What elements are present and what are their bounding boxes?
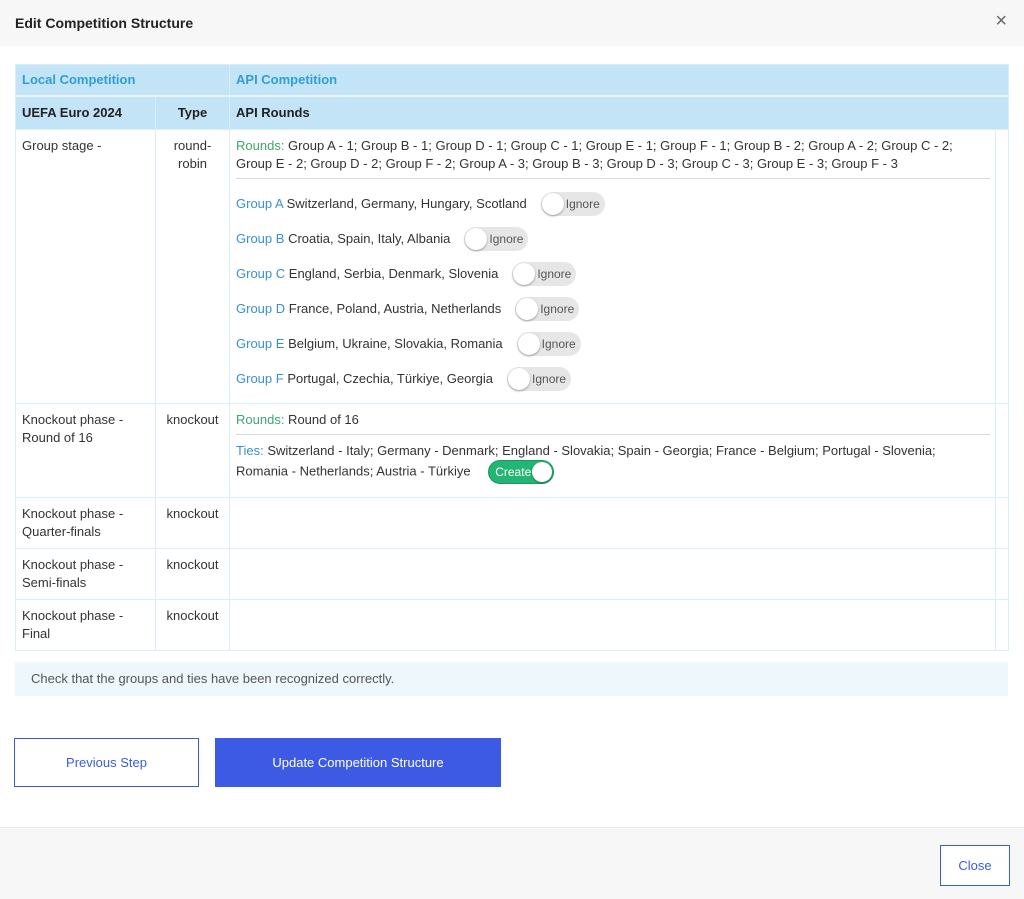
spacer-cell (995, 497, 1010, 549)
row-type: knockout (154, 403, 231, 498)
table-header-row: Local Competition API Competition (14, 64, 1010, 97)
group-teams: Belgium, Ukraine, Slovakia, Romania (288, 335, 503, 351)
api-rounds-cell (229, 548, 997, 600)
group-name: Group B (236, 230, 285, 246)
competition-name-header: UEFA Euro 2024 (15, 95, 156, 130)
row-type: knockout (154, 548, 231, 600)
group-line-e: Group E Belgium, Ukraine, Slovakia, Roma… (236, 326, 989, 361)
rounds-label: Rounds: (236, 138, 285, 153)
table-row: Knockout phase - Round of 16 knockout Ro… (15, 403, 1010, 498)
group-line-b: Group B Croatia, Spain, Italy, Albania I… (236, 221, 989, 256)
group-teams: Portugal, Czechia, Türkiye, Georgia (287, 370, 494, 386)
api-competition-header: API Competition (229, 64, 1010, 97)
spacer-cell (995, 599, 1010, 651)
info-message: Check that the groups and ties have been… (15, 662, 1008, 696)
row-name: Knockout phase - Final (15, 599, 156, 651)
row-type: knockout (154, 599, 231, 651)
spacer-cell (995, 403, 1010, 498)
group-name: Group E (236, 335, 285, 351)
close-button[interactable]: Close (940, 845, 1010, 886)
ties-line: Ties: Switzerland - Italy; Germany - Den… (236, 442, 990, 484)
ignore-toggle[interactable]: Ignore (507, 366, 572, 391)
group-name: Group F (236, 370, 284, 386)
api-rounds-cell (229, 599, 997, 651)
table-row: Group stage - round-robin Rounds: Group … (15, 129, 1010, 404)
competition-structure-table: Local Competition API Competition UEFA E… (14, 64, 1010, 651)
update-structure-button[interactable]: Update Competition Structure (215, 738, 501, 787)
rounds-block: Rounds: Round of 16 (236, 411, 991, 435)
group-line-d: Group D France, Poland, Austria, Netherl… (236, 291, 989, 326)
toggle-knob (532, 462, 553, 482)
group-teams: Switzerland, Germany, Hungary, Scotland (286, 195, 527, 211)
create-toggle[interactable]: Create (488, 460, 555, 484)
toggle-label: Ignore (541, 336, 576, 351)
ties-label: Ties: (236, 443, 264, 458)
group-name: Group D (236, 300, 286, 316)
group-teams: France, Poland, Austria, Netherlands (288, 300, 502, 316)
row-name: Knockout phase - Semi-finals (15, 548, 156, 600)
table-row: Knockout phase - Final knockout (15, 599, 1010, 651)
api-rounds-cell (229, 497, 997, 549)
group-line-f: Group F Portugal, Czechia, Türkiye, Geor… (236, 361, 989, 396)
type-header: Type (154, 95, 231, 130)
ignore-toggle[interactable]: Ignore (540, 191, 605, 216)
ties-value: Switzerland - Italy; Germany - Denmark; … (236, 443, 936, 479)
rounds-value: Round of 16 (284, 412, 359, 427)
ignore-toggle[interactable]: Ignore (512, 261, 577, 286)
rounds-block: Rounds: Group A - 1; Group B - 1; Group … (236, 137, 991, 179)
group-line-c: Group C England, Serbia, Denmark, Sloven… (236, 256, 989, 291)
api-rounds-header: API Rounds (229, 95, 1010, 130)
ignore-toggle[interactable]: Ignore (464, 226, 529, 251)
ignore-toggle[interactable]: Ignore (515, 296, 580, 321)
group-name: Group A (236, 195, 283, 211)
api-rounds-cell: Rounds: Group A - 1; Group B - 1; Group … (229, 129, 997, 404)
modal-footer: Close (0, 827, 1024, 899)
previous-step-button[interactable]: Previous Step (14, 738, 199, 787)
table-row: Knockout phase - Semi-finals knockout (15, 548, 1010, 600)
rounds-label: Rounds: (236, 412, 285, 427)
row-name: Knockout phase - Round of 16 (15, 403, 156, 498)
local-competition-header: Local Competition (14, 64, 231, 97)
group-teams: England, Serbia, Denmark, Slovenia (288, 265, 499, 281)
spacer-cell (995, 129, 1010, 404)
toggle-label: Ignore (537, 266, 572, 281)
row-name: Group stage - (15, 129, 156, 404)
row-type: round-robin (154, 129, 231, 404)
toggle-label: Ignore (540, 301, 575, 316)
table-row: Knockout phase - Quarter-finals knockout (15, 497, 1010, 549)
toggle-label: Create (495, 465, 532, 479)
row-name: Knockout phase - Quarter-finals (15, 497, 156, 549)
toggle-label: Ignore (489, 231, 524, 246)
group-teams: Croatia, Spain, Italy, Albania (288, 230, 451, 246)
toggle-label: Ignore (565, 196, 600, 211)
ignore-toggle[interactable]: Ignore (516, 331, 581, 356)
row-type: knockout (154, 497, 231, 549)
rounds-value: Group A - 1; Group B - 1; Group D - 1; G… (236, 138, 953, 171)
api-rounds-cell: Rounds: Round of 16 Ties: Switzerland - … (229, 403, 997, 498)
table-subheader-row: UEFA Euro 2024 Type API Rounds (15, 95, 1010, 130)
group-name: Group C (236, 265, 286, 281)
spacer-cell (995, 548, 1010, 600)
group-line-a: Group A Switzerland, Germany, Hungary, S… (236, 186, 989, 221)
modal-title: Edit Competition Structure (15, 15, 194, 31)
modal-header: Edit Competition Structure × (0, 0, 1024, 46)
close-icon[interactable]: × (995, 11, 1007, 31)
toggle-label: Ignore (532, 371, 567, 386)
